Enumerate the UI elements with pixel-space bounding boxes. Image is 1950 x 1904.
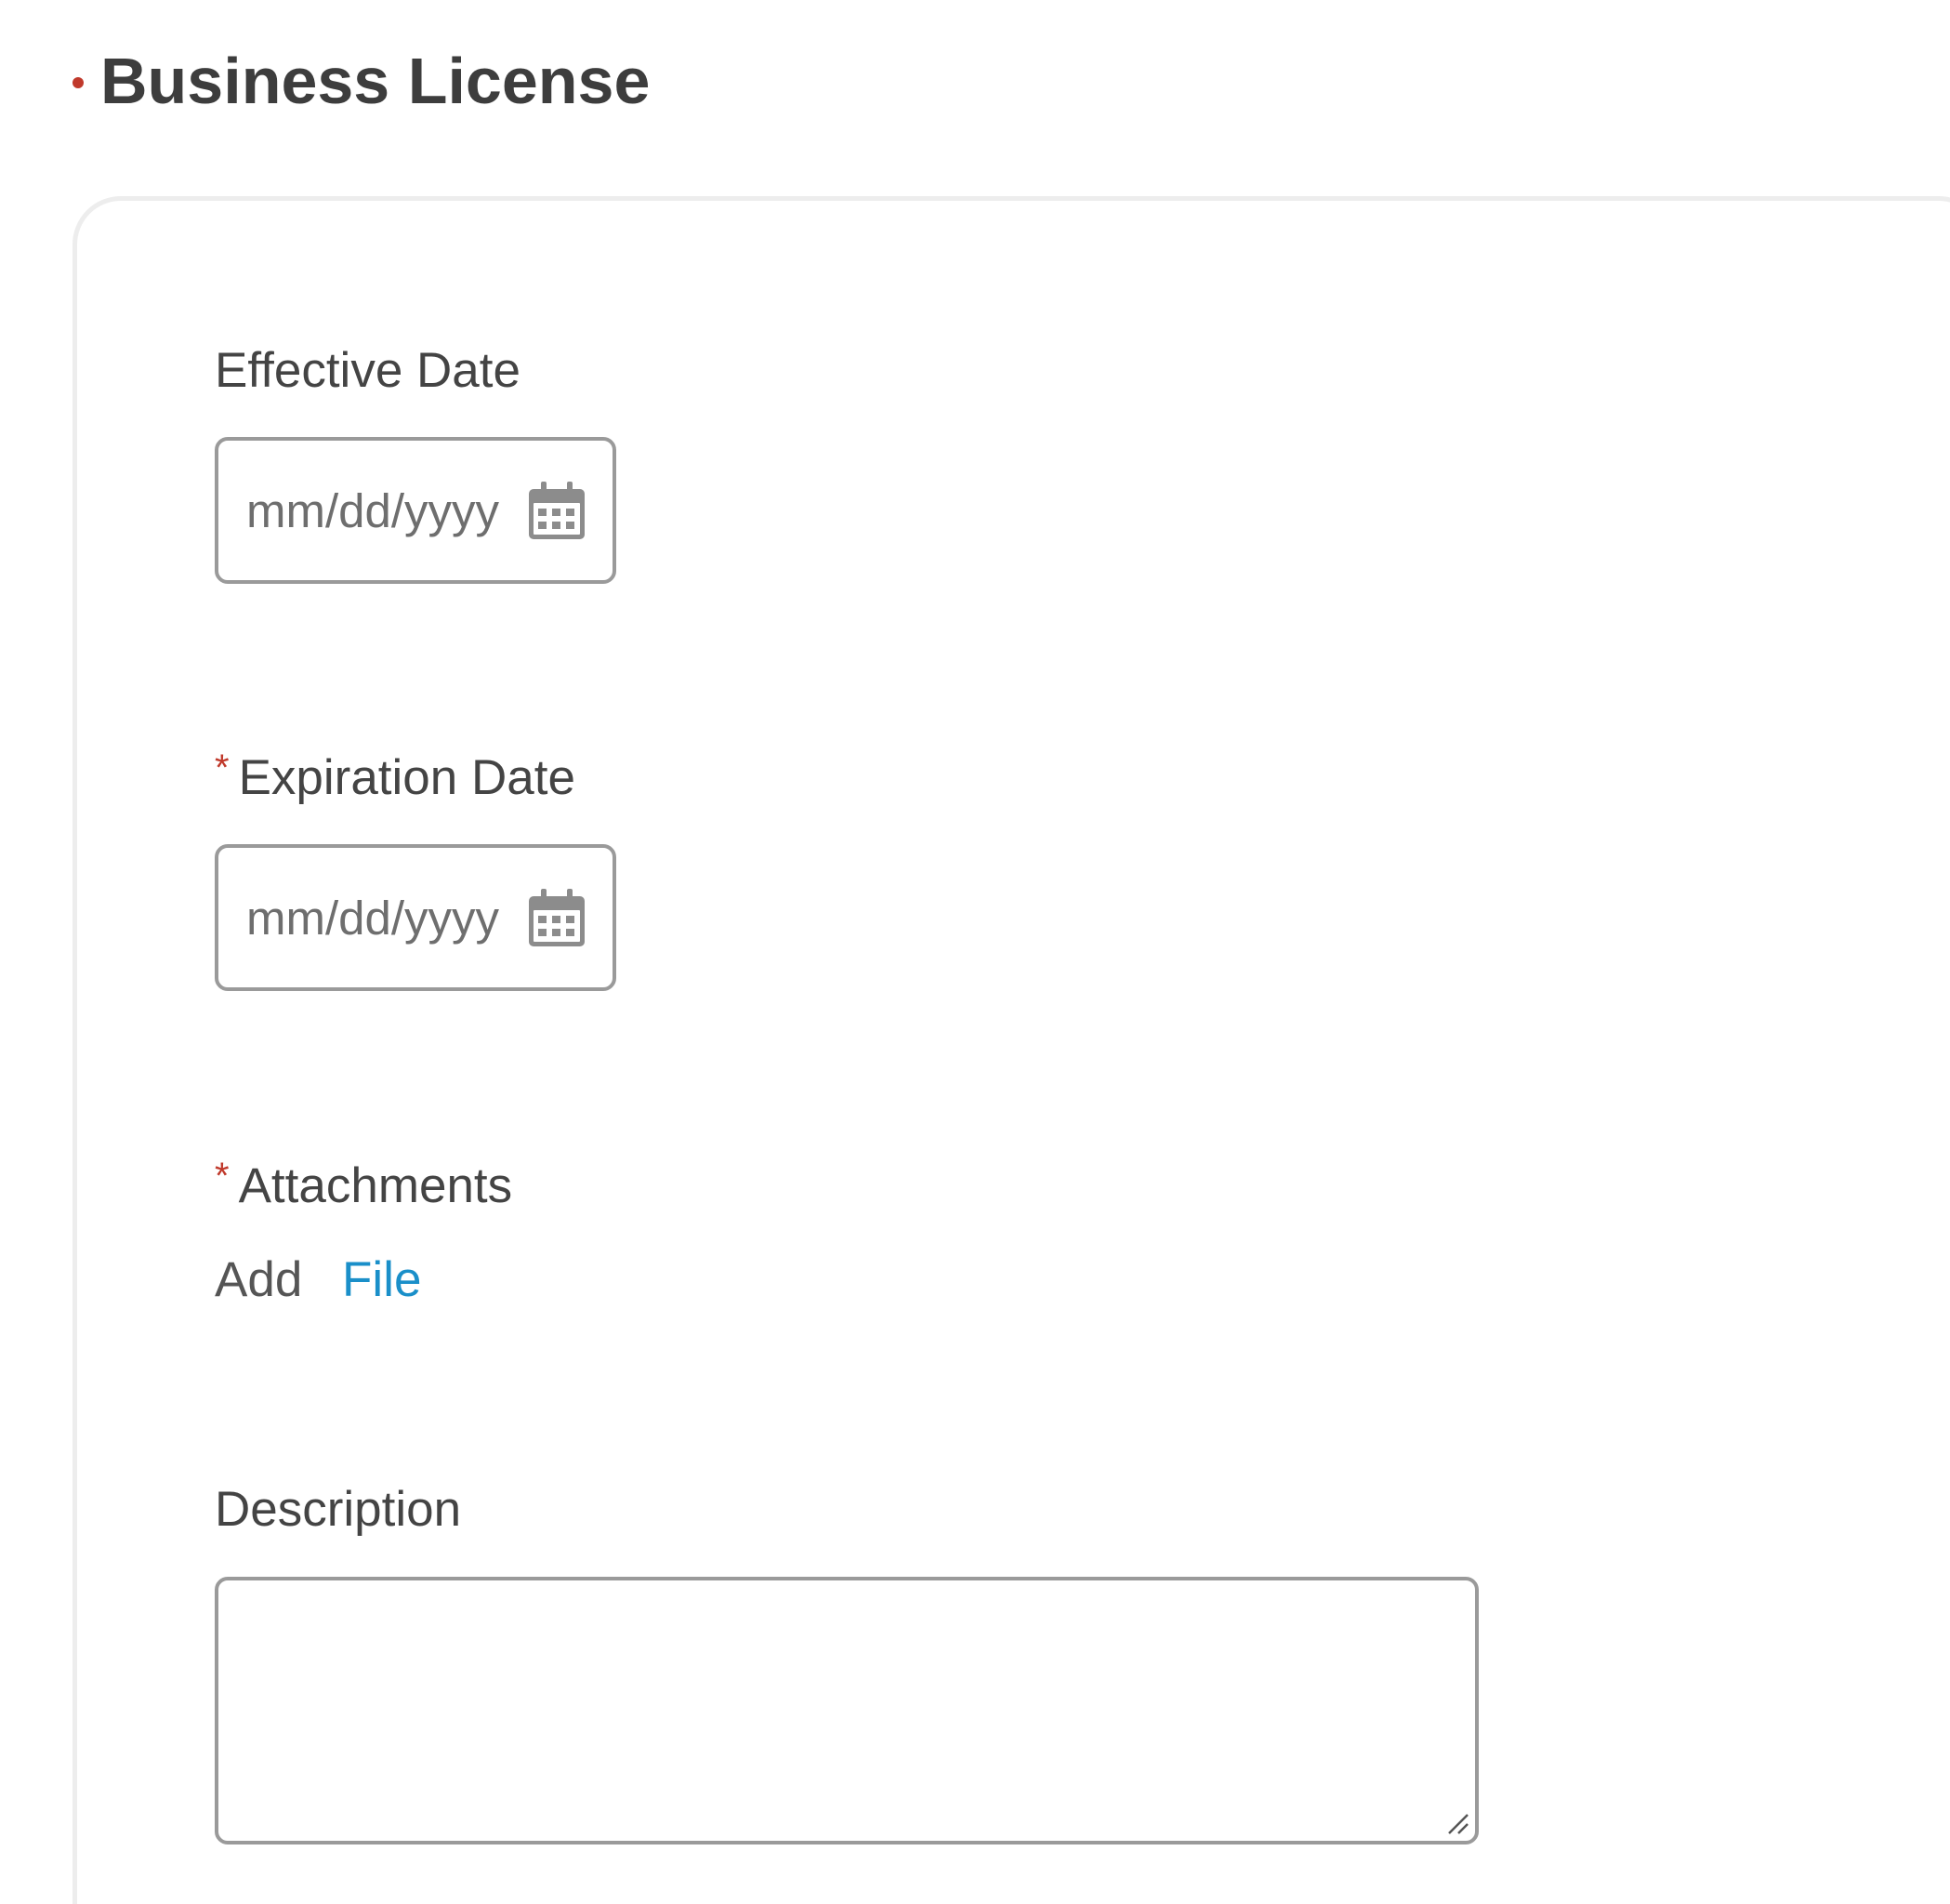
description-label: Description: [215, 1485, 461, 1534]
expiration-date-label-text: Expiration Date: [238, 750, 575, 805]
calendar-icon[interactable]: [527, 887, 586, 948]
required-bullet-icon: [72, 77, 84, 88]
expiration-date-placeholder: mm/dd/yyyy: [246, 891, 500, 945]
calendar-icon[interactable]: [527, 480, 586, 541]
section-header: Business License: [72, 48, 650, 113]
add-file-link[interactable]: File: [342, 1252, 421, 1307]
expiration-date-label: * Expiration Date: [215, 749, 575, 805]
description-textarea[interactable]: [215, 1577, 1479, 1844]
page: Business License Effective Date mm/dd/yy…: [0, 0, 1950, 1904]
effective-date-label-text: Effective Date: [215, 343, 520, 398]
required-asterisk: *: [215, 1156, 230, 1197]
attachments-label: * Attachments: [215, 1157, 513, 1213]
effective-date-placeholder: mm/dd/yyyy: [246, 483, 500, 537]
expiration-date-input[interactable]: mm/dd/yyyy: [215, 844, 616, 991]
add-file-row: Add File: [215, 1255, 421, 1304]
attachments-label-text: Attachments: [238, 1158, 513, 1213]
section-title: Business License: [100, 45, 651, 117]
effective-date-input[interactable]: mm/dd/yyyy: [215, 437, 616, 584]
add-text: Add: [215, 1252, 303, 1307]
effective-date-label: Effective Date: [215, 346, 520, 395]
description-label-text: Description: [215, 1482, 462, 1537]
required-asterisk: *: [215, 747, 230, 788]
resize-handle-icon[interactable]: [1445, 1811, 1469, 1835]
